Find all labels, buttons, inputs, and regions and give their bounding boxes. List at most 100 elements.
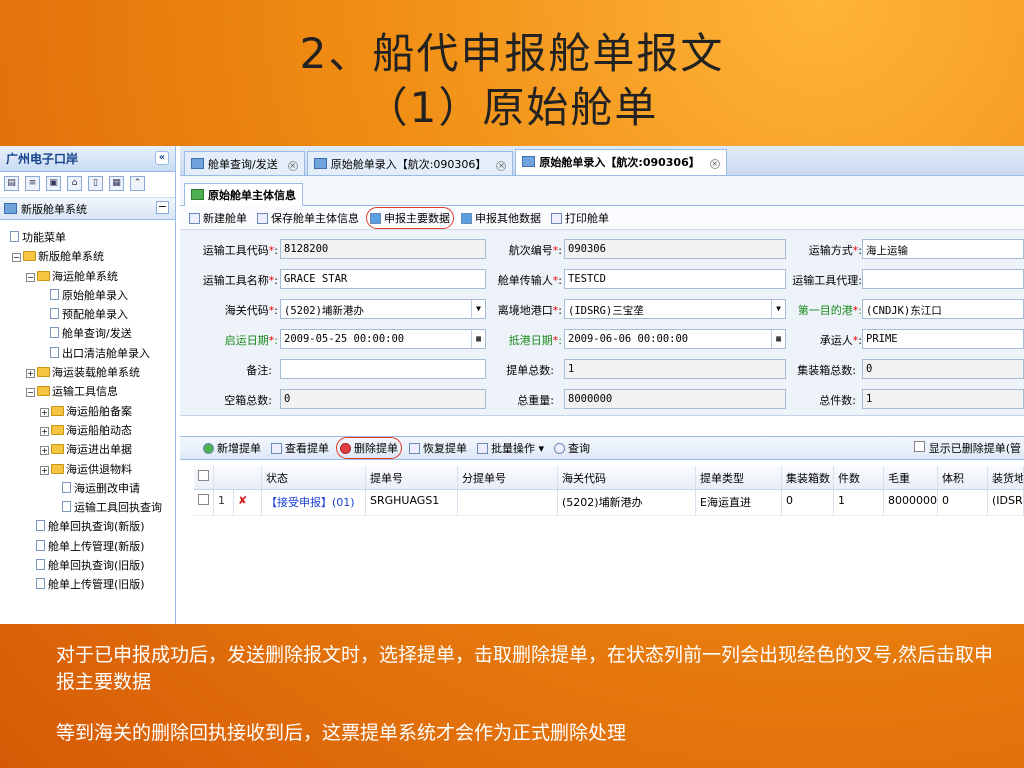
tree-item[interactable]: 舱单上传管理(新版) bbox=[10, 537, 175, 556]
dest-port-field[interactable]: (CNDJK)东江口 bbox=[862, 299, 1024, 319]
expand-icon[interactable]: − bbox=[26, 272, 35, 282]
tree-item[interactable]: + 海运进出单据 bbox=[10, 440, 175, 459]
transport-mode-field[interactable]: 海上运输 bbox=[862, 239, 1024, 259]
remark-field[interactable] bbox=[280, 359, 486, 379]
tree-item[interactable]: 原始舱单录入 bbox=[10, 286, 175, 305]
tree-item[interactable]: + 海运船舶备案 bbox=[10, 402, 175, 421]
query-button[interactable]: 查询 bbox=[551, 438, 593, 458]
carrier-field[interactable]: TESTCD bbox=[564, 269, 786, 289]
pieces-field[interactable]: 1 bbox=[862, 389, 1024, 409]
close-tab-icon[interactable]: × bbox=[287, 161, 298, 171]
view-bill-button[interactable]: 查看提单 bbox=[268, 438, 332, 458]
tree-item[interactable]: + 海运供退物料 bbox=[10, 460, 175, 479]
col-status[interactable]: 状态 bbox=[262, 466, 366, 489]
tree-node-tool[interactable]: − 运输工具信息 bbox=[10, 382, 175, 401]
shipper-field[interactable]: PRIME bbox=[862, 329, 1024, 349]
tree-item[interactable]: 舱单上传管理(旧版) bbox=[10, 575, 175, 594]
print-button[interactable]: 打印舱单 bbox=[548, 208, 612, 228]
collapse-left-icon[interactable]: « bbox=[155, 151, 169, 165]
add-bill-button[interactable]: 新增提单 bbox=[200, 438, 264, 458]
tree-node-load[interactable]: + 海运装载舱单系统 bbox=[10, 363, 175, 382]
agent-field[interactable] bbox=[862, 269, 1024, 289]
show-deleted-toggle[interactable]: 显示已删除提单(管 bbox=[911, 438, 1024, 458]
arrive-date-field[interactable]: 2009-06-06 00:00:00 ▦ bbox=[564, 329, 786, 349]
table-row[interactable]: 1 ✘ 【接受申报】(01) SRGHUAGS1 (5202)埔新港办 E海运直… bbox=[194, 490, 1024, 516]
calendar-icon[interactable]: ▦ bbox=[771, 330, 785, 348]
chevron-down-icon[interactable]: ▼ bbox=[471, 300, 485, 318]
customs-label: 海关代码*: bbox=[224, 304, 278, 317]
col-weight[interactable]: 毛重 bbox=[884, 466, 938, 489]
col-customs[interactable]: 海关代码 bbox=[558, 466, 696, 489]
close-tab-icon[interactable]: × bbox=[709, 159, 720, 169]
tree-item[interactable]: 运输工具回执查询 bbox=[10, 498, 175, 517]
col-containers[interactable]: 集装箱数 bbox=[782, 466, 834, 489]
expand-icon[interactable]: + bbox=[40, 446, 49, 456]
tool-icon-3[interactable]: ▣ bbox=[46, 176, 61, 191]
row-select-cell[interactable] bbox=[194, 490, 214, 515]
home-icon[interactable]: ⌂ bbox=[67, 176, 82, 191]
tree-item[interactable]: 出口清洁舱单录入 bbox=[10, 344, 175, 363]
left-section-header[interactable]: 新版舱单系统 − bbox=[0, 198, 175, 220]
subtab-main-info[interactable]: 原始舱单主体信息 bbox=[184, 183, 303, 206]
tree-item[interactable]: 海运删改申请 bbox=[10, 479, 175, 498]
weight-field[interactable]: 8000000 bbox=[564, 389, 786, 409]
col-type[interactable]: 提单类型 bbox=[696, 466, 782, 489]
departure-port-select[interactable]: (IDSRG)三宝垄 ▼ bbox=[564, 299, 786, 319]
col-bill-no[interactable]: 提单号 bbox=[366, 466, 458, 489]
declare-other-button[interactable]: 申报其他数据 bbox=[458, 208, 544, 228]
restore-bill-button[interactable]: 恢复提单 bbox=[406, 438, 470, 458]
expand-icon[interactable]: + bbox=[26, 369, 35, 379]
expand-icon[interactable]: − bbox=[26, 388, 35, 398]
delete-bill-button[interactable]: 删除提单 bbox=[336, 437, 402, 459]
tree-item[interactable]: 预配舱单录入 bbox=[10, 305, 175, 324]
tool-code-field[interactable]: 8128200 bbox=[280, 239, 486, 259]
chart-icon[interactable]: ▦ bbox=[109, 176, 124, 191]
container-total-field[interactable]: 0 bbox=[862, 359, 1024, 379]
select-all-cell[interactable] bbox=[194, 466, 214, 489]
tab-original-entry-1[interactable]: 原始舱单录入【航次:090306】 × bbox=[306, 151, 514, 175]
bill-total-field[interactable]: 1 bbox=[564, 359, 786, 379]
left-panel-header: 广州电子口岸 « bbox=[0, 146, 175, 172]
lock-icon[interactable]: ▯ bbox=[88, 176, 103, 191]
new-manifest-button[interactable]: 新建舱单 bbox=[186, 208, 250, 228]
tree-item[interactable]: 舱单回执查询(新版) bbox=[10, 517, 175, 536]
expand-icon[interactable]: − bbox=[12, 253, 21, 263]
tree-root[interactable]: 功能菜单 bbox=[10, 228, 175, 247]
calendar-icon[interactable]: ▦ bbox=[471, 330, 485, 348]
folder-icon bbox=[51, 444, 64, 455]
col-sub-bill[interactable]: 分提单号 bbox=[458, 466, 558, 489]
tree-item[interactable]: 舱单回执查询(旧版) bbox=[10, 556, 175, 575]
expand-icon[interactable]: + bbox=[40, 407, 49, 417]
tab-icon bbox=[191, 158, 204, 169]
tab-query-send[interactable]: 舱单查询/发送 × bbox=[184, 151, 305, 175]
expand-icon[interactable]: + bbox=[40, 426, 49, 436]
tree-node-new[interactable]: − 新版舱单系统 bbox=[10, 247, 175, 266]
declare-main-button[interactable]: 申报主要数据 bbox=[366, 206, 454, 229]
new-doc-icon bbox=[189, 212, 200, 224]
col-volume[interactable]: 体积 bbox=[938, 466, 988, 489]
select-all-checkbox[interactable] bbox=[198, 470, 209, 481]
show-deleted-checkbox[interactable] bbox=[914, 441, 926, 452]
col-load-place[interactable]: 装货地 bbox=[988, 466, 1024, 489]
minimize-icon[interactable]: − bbox=[156, 201, 169, 214]
expand-icon[interactable]: + bbox=[40, 465, 49, 475]
tool-icon-2[interactable]: ≡ bbox=[25, 176, 40, 191]
start-date-field[interactable]: 2009-05-25 00:00:00 ▦ bbox=[280, 329, 486, 349]
chevron-down-icon[interactable]: ▼ bbox=[771, 300, 785, 318]
scroll-up-icon[interactable]: ⌃ bbox=[130, 176, 145, 191]
row-checkbox[interactable] bbox=[198, 494, 209, 505]
batch-ops-button[interactable]: 批量操作 ▾ bbox=[474, 438, 547, 458]
tool-icon-1[interactable]: ▤ bbox=[4, 176, 19, 191]
tool-name-field[interactable]: GRACE STAR bbox=[280, 269, 486, 289]
save-button[interactable]: 保存舱单主体信息 bbox=[254, 208, 362, 228]
tab-original-entry-active[interactable]: 原始舱单录入【航次:090306】 × bbox=[515, 149, 727, 175]
tree-node-sea[interactable]: − 海运舱单系统 bbox=[10, 267, 175, 286]
voyage-field[interactable]: 090306 bbox=[564, 239, 786, 259]
col-pieces[interactable]: 件数 bbox=[834, 466, 884, 489]
empty-total-field[interactable]: 0 bbox=[280, 389, 486, 409]
tree-item[interactable]: 舱单查询/发送 bbox=[10, 324, 175, 343]
arrow-icon bbox=[461, 212, 472, 224]
tree-item[interactable]: + 海运船舶动态 bbox=[10, 421, 175, 440]
customs-select[interactable]: (5202)埔新港办 ▼ bbox=[280, 299, 486, 319]
close-tab-icon[interactable]: × bbox=[496, 161, 507, 171]
